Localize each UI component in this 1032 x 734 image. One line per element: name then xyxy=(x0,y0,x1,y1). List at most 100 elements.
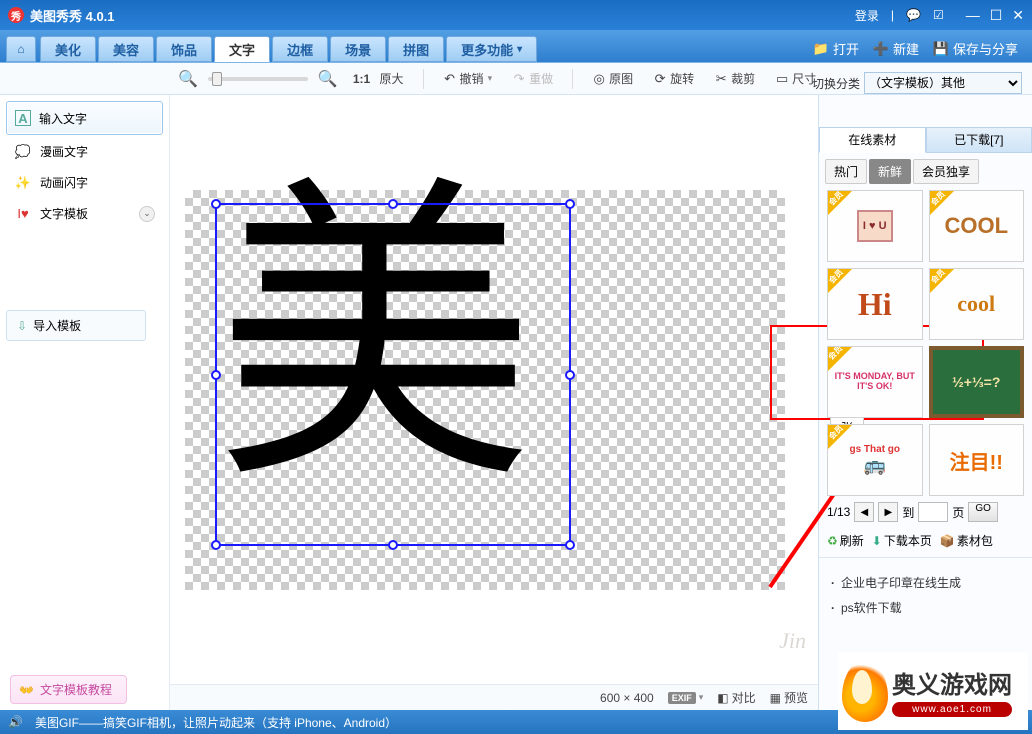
rotate-icon: ⟳ xyxy=(653,71,667,87)
handle-top-left[interactable] xyxy=(211,199,221,209)
selection-box[interactable] xyxy=(215,203,571,546)
status-promo[interactable]: 美图GIF——搞笑GIF相机，让照片动起来（支持 iPhone、Android） xyxy=(35,714,397,731)
tutorial-button[interactable]: 👐 文字模板教程 xyxy=(10,675,127,704)
close-icon[interactable]: ✕ xyxy=(1012,7,1024,24)
sidebar-anim-text[interactable]: ✨ 动画闪字 xyxy=(6,168,163,197)
watermark-text: Jin xyxy=(779,628,806,654)
text-a-icon: A xyxy=(15,110,31,126)
canvas[interactable]: 美 xyxy=(185,190,785,590)
handle-bottom-left[interactable] xyxy=(211,540,221,550)
zoom-in-icon[interactable]: 🔍 xyxy=(318,69,338,89)
refresh-button[interactable]: ♻刷新 xyxy=(827,532,864,549)
handle-mid-left[interactable] xyxy=(211,370,221,380)
material-item[interactable]: 会员gs That go🚌 xyxy=(827,424,923,496)
material-item[interactable]: 会员Hi xyxy=(827,268,923,340)
rotate-button[interactable]: ⟳旋转 xyxy=(648,67,699,90)
sidebar-item-label: 文字模板 xyxy=(40,205,88,222)
dimension-icon: ▭ xyxy=(775,71,789,87)
settings-icon[interactable]: ☑ xyxy=(933,8,944,22)
page-go-button[interactable]: GO xyxy=(968,502,998,522)
download-page-button[interactable]: ⬇下载本页 xyxy=(872,532,932,549)
save-icon: 💾 xyxy=(933,41,949,57)
redo-icon: ↷ xyxy=(512,71,526,87)
folder-icon: 📁 xyxy=(813,41,829,57)
page-input[interactable] xyxy=(918,502,948,522)
promo-link[interactable]: ps软件下载 xyxy=(831,595,1020,620)
zoom-slider[interactable] xyxy=(208,77,308,81)
promo-link[interactable]: 企业电子印章在线生成 xyxy=(831,570,1020,595)
canvas-dimensions: 600 × 400 xyxy=(600,691,654,705)
compare-button[interactable]: ◧对比 xyxy=(717,689,755,706)
page-next-button[interactable]: ▶ xyxy=(878,502,898,522)
handle-bottom-mid[interactable] xyxy=(388,540,398,550)
material-item[interactable]: 会员cool xyxy=(929,268,1025,340)
page-prev-button[interactable]: ◀ xyxy=(854,502,874,522)
separator: | xyxy=(891,8,894,22)
category-select[interactable]: （文字模板）其他 xyxy=(864,72,1022,94)
sidebar-text-template[interactable]: I♥ 文字模板 ⌄ xyxy=(6,199,163,228)
save-share-button[interactable]: 💾保存与分享 xyxy=(933,39,1018,58)
filter-hot[interactable]: 热门 xyxy=(825,159,867,184)
sidebar-input-text[interactable]: A 输入文字 xyxy=(6,101,163,135)
material-item[interactable]: 会员IT'S MONDAY, BUT IT'S OK! xyxy=(827,346,923,418)
expand-icon[interactable]: ⌄ xyxy=(139,206,155,222)
maximize-icon[interactable]: ☐ xyxy=(990,7,1003,24)
preview-icon: ▦ xyxy=(770,691,781,705)
tab-collage[interactable]: 拼图 xyxy=(388,36,444,62)
sidebar-item-label: 漫画文字 xyxy=(40,143,88,160)
zoom-actual-button[interactable]: 1:1 原大 xyxy=(348,67,409,90)
filter-vip[interactable]: 会员独享 xyxy=(913,159,979,184)
page-info: 1/13 xyxy=(827,505,850,519)
tab-beautify[interactable]: 美化 xyxy=(40,36,96,62)
undo-button[interactable]: ↶撤销▾ xyxy=(438,67,498,90)
handle-top-right[interactable] xyxy=(565,199,575,209)
material-item[interactable]: ½+⅓=? xyxy=(929,346,1025,418)
watermark-overlay: 奥义游戏网 www.aoe1.com xyxy=(838,652,1028,730)
home-tab[interactable]: ⌂ xyxy=(6,36,36,62)
preview-button[interactable]: ▦预览 xyxy=(770,689,808,706)
tab-decoration[interactable]: 饰品 xyxy=(156,36,212,62)
tab-frame[interactable]: 边框 xyxy=(272,36,328,62)
redo-button[interactable]: ↷重做 xyxy=(507,67,558,90)
new-file-button[interactable]: ➕新建 xyxy=(873,39,919,58)
tab-text[interactable]: 文字 xyxy=(214,36,270,62)
crop-icon: ✂ xyxy=(714,71,728,87)
handle-top-mid[interactable] xyxy=(388,199,398,209)
import-icon: ⇩ xyxy=(17,319,27,333)
tab-scene[interactable]: 场景 xyxy=(330,36,386,62)
sidebar-comic-text[interactable]: 💭 漫画文字 xyxy=(6,137,163,166)
feedback-icon[interactable]: 💬 xyxy=(906,8,921,22)
app-logo-icon: 秀 xyxy=(8,7,24,23)
exif-button[interactable]: EXIF▾ xyxy=(668,692,704,704)
filter-new[interactable]: 新鲜 xyxy=(869,159,911,184)
undo-icon: ↶ xyxy=(443,71,457,87)
tab-face[interactable]: 美容 xyxy=(98,36,154,62)
heart-icon: I♥ xyxy=(14,206,32,222)
handle-bottom-right[interactable] xyxy=(565,540,575,550)
tab-downloaded[interactable]: 已下载[7] xyxy=(926,127,1032,153)
sparkle-icon: ✨ xyxy=(14,175,32,191)
material-item[interactable]: 注目!! xyxy=(929,424,1025,496)
tab-online-materials[interactable]: 在线素材 xyxy=(819,127,926,153)
material-item[interactable]: 会员COOL xyxy=(929,190,1025,262)
import-label: 导入模板 xyxy=(33,317,81,334)
overlay-url: www.aoe1.com xyxy=(892,702,1012,717)
original-image-button[interactable]: ◎原图 xyxy=(587,67,638,90)
eye-icon: ◎ xyxy=(592,71,606,87)
import-template-button[interactable]: ⇩ 导入模板 xyxy=(6,310,146,341)
flame-icon xyxy=(842,660,888,722)
material-pack-button[interactable]: 📦素材包 xyxy=(940,532,993,549)
zoom-out-icon[interactable]: 🔍 xyxy=(178,69,198,89)
handle-mid-right[interactable] xyxy=(565,370,575,380)
material-item[interactable]: 会员I ♥ U xyxy=(827,190,923,262)
tutorial-label: 文字模板教程 xyxy=(40,681,112,698)
open-file-button[interactable]: 📁打开 xyxy=(813,39,859,58)
refresh-icon: ♻ xyxy=(827,534,838,548)
crop-button[interactable]: ✂裁剪 xyxy=(709,67,760,90)
sidebar-item-label: 输入文字 xyxy=(39,110,87,127)
app-title: 美图秀秀 4.0.1 xyxy=(30,6,115,25)
minimize-icon[interactable]: — xyxy=(966,7,980,24)
tab-more[interactable]: 更多功能▾ xyxy=(446,36,537,62)
login-link[interactable]: 登录 xyxy=(855,7,879,24)
package-icon: 📦 xyxy=(940,534,955,548)
